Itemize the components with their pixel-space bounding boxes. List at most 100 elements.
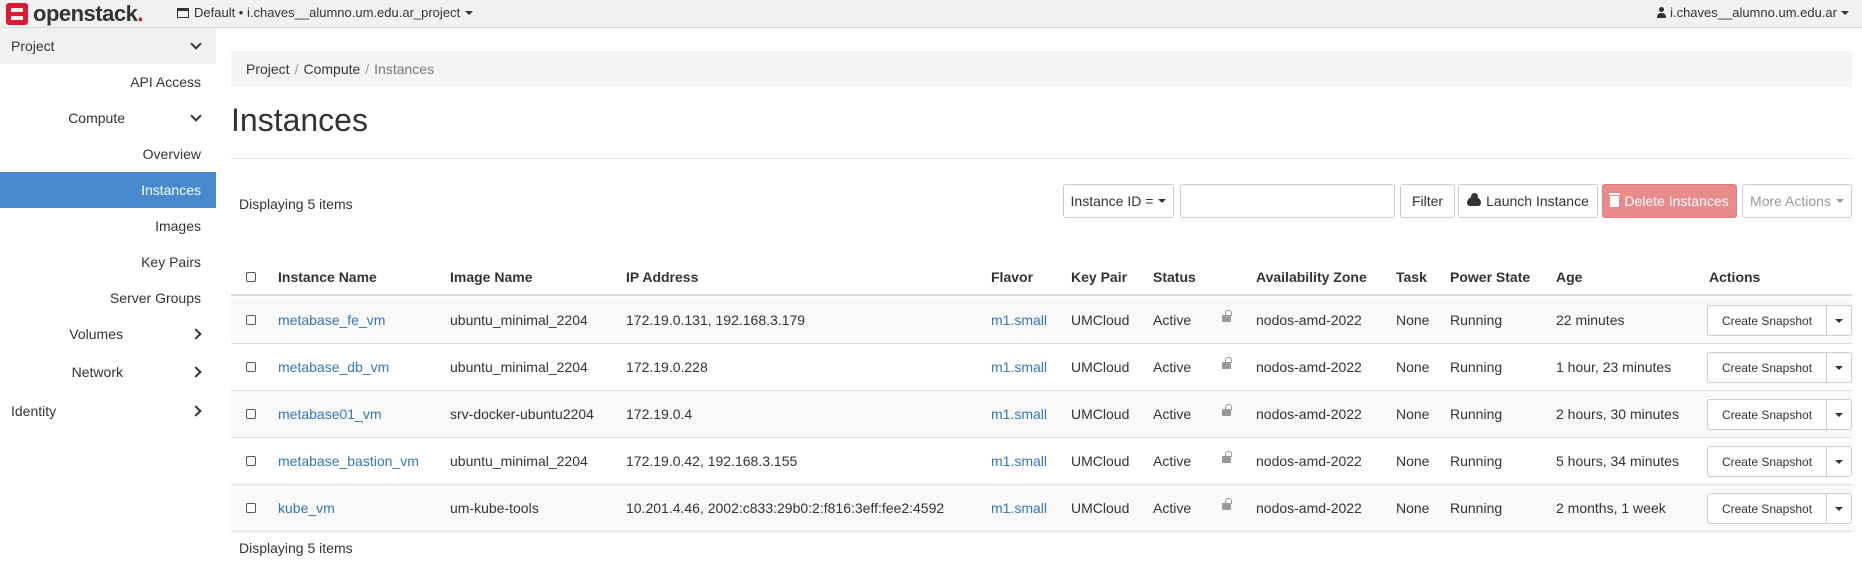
breadcrumb-project[interactable]: Project — [246, 61, 290, 77]
task: None — [1396, 312, 1430, 328]
flavor-link[interactable]: m1.small — [991, 391, 1047, 438]
table-row: metabase_bastion_vm ubuntu_minimal_2204 17… — [231, 438, 1852, 485]
create-snapshot-button[interactable]: Create Snapshot — [1707, 446, 1827, 477]
header-key-pair[interactable]: Key Pair — [1071, 259, 1127, 295]
table-header: Instance Name Image Name IP Address Flav… — [231, 259, 1852, 296]
status: Active — [1153, 500, 1192, 516]
sidebar-item-label: Volumes — [69, 326, 123, 342]
caret-down-icon — [1835, 199, 1844, 203]
sidebar-item-api-access[interactable]: API Access — [0, 64, 216, 100]
flavor-link[interactable]: m1.small — [991, 438, 1047, 485]
image-name: ubuntu_minimal_2204 — [450, 312, 588, 328]
flavor-link[interactable]: m1.small — [991, 297, 1047, 344]
row-actions-dropdown[interactable] — [1826, 446, 1852, 477]
project-selector[interactable]: Default • i.chaves__alumno.um.edu.ar_pro… — [177, 5, 474, 20]
header-image-name[interactable]: Image Name — [450, 259, 532, 295]
age: 2 months, 1 week — [1556, 500, 1666, 516]
title-divider — [231, 158, 1852, 159]
instance-name-link[interactable]: metabase_bastion_vm — [278, 438, 419, 485]
header-instance-name[interactable]: Instance Name — [278, 259, 377, 295]
row-checkbox[interactable] — [246, 503, 256, 513]
create-snapshot-button[interactable]: Create Snapshot — [1707, 493, 1827, 524]
sidebar-item-overview[interactable]: Overview — [0, 136, 216, 172]
sidebar-item-images[interactable]: Images — [0, 208, 216, 244]
chevron-right-icon — [190, 354, 202, 390]
filter-field-label: Instance ID = — [1070, 193, 1154, 209]
create-snapshot-button[interactable]: Create Snapshot — [1707, 399, 1827, 430]
launch-instance-label: Launch Instance — [1486, 193, 1589, 209]
filter-input[interactable] — [1180, 184, 1395, 218]
row-actions-dropdown[interactable] — [1826, 399, 1852, 430]
header-status[interactable]: Status — [1153, 259, 1196, 295]
key-pair: UMCloud — [1071, 312, 1130, 328]
row-actions-dropdown[interactable] — [1826, 493, 1852, 524]
instance-name-link[interactable]: metabase_db_vm — [278, 344, 389, 391]
age: 1 hour, 23 minutes — [1556, 359, 1672, 375]
sidebar-item-compute[interactable]: Compute — [0, 100, 216, 136]
more-actions-button[interactable]: More Actions — [1742, 184, 1852, 218]
chevron-down-icon — [190, 28, 202, 64]
ip-address: 172.19.0.228 — [626, 359, 708, 375]
launch-instance-button[interactable]: Launch Instance — [1458, 184, 1598, 218]
row-actions-dropdown[interactable] — [1826, 352, 1852, 383]
page-title: Instances — [231, 102, 368, 138]
sidebar-item-server-groups[interactable]: Server Groups — [0, 280, 216, 316]
user-icon — [1657, 7, 1667, 18]
unlock-icon — [1222, 357, 1232, 369]
unlock-icon — [1222, 310, 1232, 322]
header-ip-address[interactable]: IP Address — [626, 259, 698, 295]
filter-button[interactable]: Filter — [1400, 184, 1455, 218]
delete-instances-button[interactable]: Delete Instances — [1602, 184, 1737, 218]
header-task[interactable]: Task — [1396, 259, 1427, 295]
instance-name-link[interactable]: kube_vm — [278, 485, 335, 532]
sidebar-item-label: Project — [11, 38, 55, 54]
project-selector-label: Default • i.chaves__alumno.um.edu.ar_pro… — [194, 5, 461, 20]
trash-icon — [1609, 192, 1621, 207]
key-pair: UMCloud — [1071, 359, 1130, 375]
row-checkbox[interactable] — [246, 456, 256, 466]
sidebar-item-volumes[interactable]: Volumes — [0, 316, 216, 352]
task: None — [1396, 453, 1430, 469]
table-row: metabase01_vm srv-docker-ubuntu2204 172.19… — [231, 391, 1852, 438]
select-all-checkbox[interactable] — [246, 272, 256, 282]
delete-instances-label: Delete Instances — [1624, 193, 1729, 209]
instance-name-link[interactable]: metabase_fe_vm — [278, 297, 385, 344]
openstack-logo[interactable]: openstack. — [6, 3, 143, 25]
row-actions-dropdown[interactable] — [1826, 305, 1852, 336]
sidebar-item-key-pairs[interactable]: Key Pairs — [0, 244, 216, 280]
breadcrumb-separator: / — [294, 61, 299, 77]
create-snapshot-button[interactable]: Create Snapshot — [1707, 305, 1827, 336]
sidebar-item-instances[interactable]: Instances — [0, 172, 216, 208]
flavor-link[interactable]: m1.small — [991, 344, 1047, 391]
create-snapshot-button[interactable]: Create Snapshot — [1707, 352, 1827, 383]
header-age[interactable]: Age — [1556, 259, 1582, 295]
instance-name-link[interactable]: metabase01_vm — [278, 391, 382, 438]
user-menu[interactable]: i.chaves__alumno.um.edu.ar — [1657, 5, 1849, 20]
brand-dot: . — [137, 1, 143, 26]
row-checkbox[interactable] — [246, 409, 256, 419]
chevron-right-icon — [190, 316, 202, 352]
header-availability-zone[interactable]: Availability Zone — [1256, 259, 1367, 295]
header-flavor[interactable]: Flavor — [991, 259, 1033, 295]
unlock-icon — [1222, 404, 1232, 416]
sidebar-item-network[interactable]: Network — [0, 354, 216, 390]
table-row: metabase_db_vm ubuntu_minimal_2204 172.19.… — [231, 344, 1852, 391]
availability-zone: nodos-amd-2022 — [1256, 359, 1362, 375]
row-checkbox[interactable] — [246, 315, 256, 325]
row-checkbox[interactable] — [246, 362, 256, 372]
user-name: i.chaves__alumno.um.edu.ar — [1670, 5, 1837, 20]
availability-zone: nodos-amd-2022 — [1256, 453, 1362, 469]
sidebar-item-project[interactable]: Project — [0, 28, 216, 64]
age: 5 hours, 34 minutes — [1556, 453, 1679, 469]
filter-field-dropdown[interactable]: Instance ID = — [1063, 184, 1174, 218]
flavor-link[interactable]: m1.small — [991, 485, 1047, 532]
caret-down-icon — [1835, 318, 1843, 323]
breadcrumb-compute[interactable]: Compute — [303, 61, 360, 77]
power-state: Running — [1450, 453, 1503, 469]
sidebar-item-identity[interactable]: Identity — [0, 393, 216, 429]
more-actions-label: More Actions — [1750, 193, 1831, 209]
sidebar-item-label: Network — [71, 364, 123, 380]
caret-down-icon — [1835, 412, 1843, 417]
header-power-state[interactable]: Power State — [1450, 259, 1530, 295]
ip-address: 172.19.0.131, 192.168.3.179 — [626, 312, 806, 328]
